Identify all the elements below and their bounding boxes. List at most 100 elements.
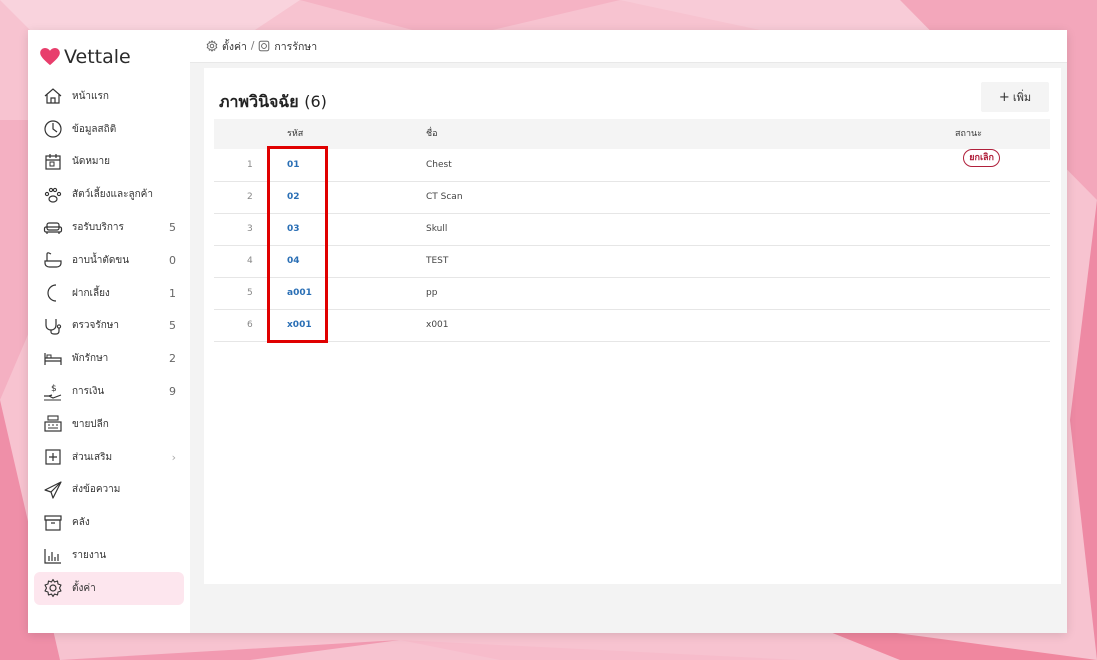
header-name: ชื่อ (426, 129, 438, 139)
row-code-link[interactable]: x001 (287, 309, 312, 341)
row-name: x001 (426, 320, 449, 330)
diagnostic-imaging-card: ภาพวินิจฉัย (6) + เพิ่ม รหัส ชื่อ สถานะ … (204, 68, 1061, 584)
sidebar-item-grooming[interactable]: อาบน้ำตัดขน 0 (34, 244, 184, 277)
row-number: 6 (247, 320, 253, 330)
sidebar-item-appointments[interactable]: นัดหมาย (34, 146, 184, 179)
chevron-right-icon: › (171, 450, 176, 464)
sidebar-item-count: 1 (169, 286, 176, 300)
sidebar-item-count: 5 (169, 221, 176, 235)
sidebar-item-messages[interactable]: ส่งข้อความ (34, 474, 184, 507)
table-row[interactable]: 2 02 CT Scan (214, 181, 1050, 214)
row-code-link[interactable]: 04 (287, 245, 300, 277)
sidebar-item-label: การเงิน (72, 386, 105, 398)
add-button-label: เพิ่ม (1012, 91, 1032, 104)
sidebar-item-home[interactable]: หน้าแรก (34, 80, 184, 113)
plus-square-icon (42, 446, 64, 468)
plus-icon: + (998, 89, 1010, 105)
table-row[interactable]: 4 04 TEST (214, 245, 1050, 278)
sidebar-item-label: สัตว์เลี้ยงและลูกค้า (72, 189, 153, 201)
breadcrumb-separator: / (250, 40, 255, 52)
sidebar-item-inventory[interactable]: คลัง (34, 506, 184, 539)
add-button[interactable]: + เพิ่ม (981, 82, 1049, 112)
sidebar-item-reports[interactable]: รายงาน (34, 539, 184, 572)
row-name: CT Scan (426, 192, 463, 202)
sidebar-item-waiting[interactable]: รอรับบริการ 5 (34, 211, 184, 244)
row-number: 2 (247, 192, 253, 202)
breadcrumb-settings[interactable]: ตั้งค่า (206, 38, 247, 55)
sidebar-item-label: หน้าแรก (72, 90, 109, 102)
brand-name: Vettale (64, 46, 131, 68)
row-name: Skull (426, 224, 448, 234)
sidebar-item-examination[interactable]: ตรวจรักษา 5 (34, 310, 184, 343)
sidebar-item-label: อาบน้ำตัดขน (72, 254, 130, 266)
main-content: ตั้งค่า / การรักษา ภาพวินิจฉัย (6) + เพิ… (190, 30, 1067, 633)
treatment-icon (259, 40, 270, 52)
table-row[interactable]: 5 a001 pp (214, 277, 1050, 310)
sidebar-item-label: ฝากเลี้ยง (72, 287, 110, 299)
sidebar-item-label: ส่งข้อความ (72, 484, 121, 496)
sidebar-item-label: ตั้งค่า (72, 582, 96, 594)
sidebar-item-pets-customers[interactable]: สัตว์เลี้ยงและลูกค้า (34, 178, 184, 211)
row-number: 4 (247, 256, 253, 266)
home-icon (42, 85, 64, 107)
heart-icon (40, 48, 60, 66)
app-window: Vettale หน้าแรก ข้อมูลสถิติ นัดหมาย สัตว… (28, 30, 1067, 633)
gear-icon (206, 40, 218, 52)
row-code-link[interactable]: 02 (287, 181, 300, 213)
svg-text:$: $ (51, 384, 57, 394)
breadcrumb-treatment-label: การรักษา (274, 40, 318, 53)
status-badge: ยกเลิก (963, 149, 1000, 167)
sidebar-item-label: พักรักษา (72, 353, 109, 365)
sidebar-item-label: คลัง (72, 517, 90, 529)
row-name: Chest (426, 160, 452, 170)
breadcrumb-treatment[interactable]: การรักษา (258, 38, 317, 55)
table-header: รหัส ชื่อ สถานะ (214, 119, 1050, 149)
breadcrumb-settings-label: ตั้งค่า (222, 40, 247, 53)
table-row[interactable]: 1 01 Chest ยกเลิก (214, 149, 1050, 182)
sidebar-item-count: 0 (169, 253, 176, 267)
stethoscope-icon (42, 315, 64, 337)
row-name: pp (426, 288, 438, 298)
bar-chart-icon (42, 545, 64, 567)
sidebar-item-retail[interactable]: ขายปลีก (34, 408, 184, 441)
sidebar-item-label: นัดหมาย (72, 156, 110, 168)
row-number: 3 (247, 224, 253, 234)
sidebar-item-stats[interactable]: ข้อมูลสถิติ (34, 113, 184, 146)
breadcrumb: ตั้งค่า / การรักษา (190, 30, 1067, 63)
calendar-icon (42, 151, 64, 173)
sidebar-item-label: ตรวจรักษา (72, 320, 119, 332)
sidebar-item-addons[interactable]: ส่วนเสริม › (34, 441, 184, 474)
sidebar-item-inpatient[interactable]: พักรักษา 2 (34, 342, 184, 375)
sidebar-item-label: ส่วนเสริม (72, 451, 113, 463)
sidebar-item-settings[interactable]: ตั้งค่า (34, 571, 184, 605)
stats-icon (42, 118, 64, 140)
table-row[interactable]: 3 03 Skull (214, 213, 1050, 246)
gear-icon (42, 577, 64, 599)
sidebar-item-count: 9 (169, 385, 176, 399)
sidebar-nav: หน้าแรก ข้อมูลสถิติ นัดหมาย สัตว์เลี้ยงแ… (34, 80, 184, 605)
row-code-link[interactable]: 01 (287, 149, 300, 181)
sofa-icon (42, 217, 64, 239)
sidebar-item-count: 5 (169, 319, 176, 333)
row-code-link[interactable]: a001 (287, 277, 312, 309)
sidebar-item-label: ขายปลีก (72, 418, 109, 430)
row-code-link[interactable]: 03 (287, 213, 300, 245)
send-icon (42, 479, 64, 501)
brand-logo[interactable]: Vettale (40, 44, 131, 70)
table-row[interactable]: 6 x001 x001 (214, 309, 1050, 342)
page-title-text: ภาพวินิจฉัย (219, 92, 299, 111)
header-code: รหัส (287, 129, 304, 139)
row-number: 5 (247, 288, 253, 298)
cash-register-icon (42, 413, 64, 435)
sidebar-item-label: ข้อมูลสถิติ (72, 123, 117, 135)
page-title: ภาพวินิจฉัย (6) (219, 90, 327, 115)
row-number: 1 (247, 160, 253, 170)
archive-icon (42, 512, 64, 534)
sidebar-item-boarding[interactable]: ฝากเลี้ยง 1 (34, 277, 184, 310)
header-status: สถานะ (955, 129, 982, 139)
money-hand-icon: $ (42, 381, 64, 403)
sidebar-item-finance[interactable]: $ การเงิน 9 (34, 375, 184, 408)
sidebar-item-count: 2 (169, 352, 176, 366)
page-title-count: (6) (304, 92, 327, 111)
bed-icon (42, 348, 64, 370)
